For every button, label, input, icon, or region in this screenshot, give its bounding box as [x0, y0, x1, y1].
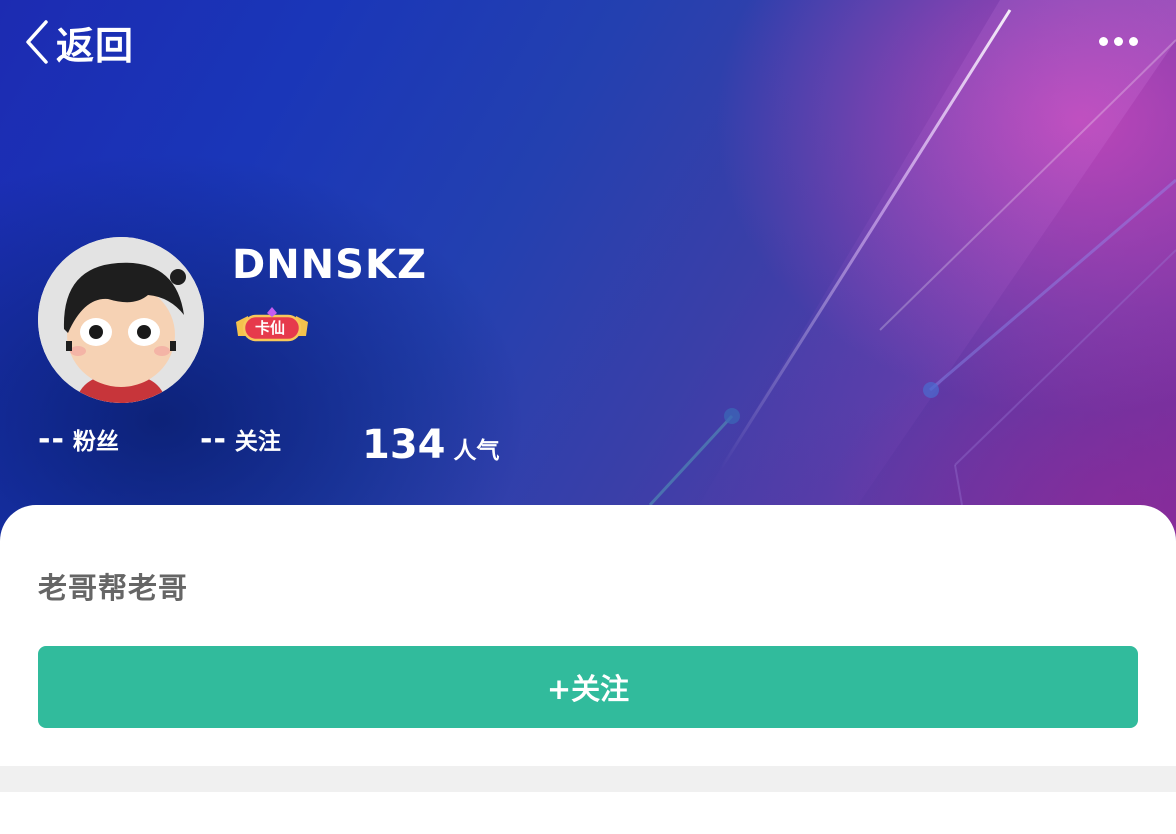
stat-label: 粉丝 [72, 429, 119, 455]
back-label: 返回 [56, 23, 135, 68]
stat-value: 134 [362, 422, 446, 468]
more-horizontal-icon [1098, 36, 1108, 46]
stat-value: -- [200, 422, 227, 457]
stat-popularity: 134 人气 [362, 422, 500, 468]
back-button[interactable]: 返回 [24, 16, 134, 68]
profile-bio: 老哥帮老哥 [38, 571, 189, 605]
more-dot [1113, 36, 1123, 46]
profile-header-banner: 返回 DNNSKZ 卡仙 -- 粉丝 -- 关注 134 人气 [0, 0, 1176, 560]
badge-label: 卡仙 [254, 319, 285, 337]
stat-label: 关注 [234, 429, 281, 455]
stat-following[interactable]: -- 关注 [200, 422, 281, 468]
avatar[interactable] [38, 237, 204, 403]
username: DNNSKZ [232, 242, 427, 288]
follow-button[interactable]: +关注 [38, 646, 1138, 728]
section-divider [0, 766, 1176, 792]
stat-value: -- [38, 422, 65, 457]
stat-followers[interactable]: -- 粉丝 [38, 422, 119, 468]
stat-label: 人气 [453, 438, 500, 464]
chevron-left-icon [26, 20, 48, 64]
more-dot [1128, 36, 1138, 46]
avatar-image [38, 237, 204, 403]
more-options-button[interactable] [1086, 22, 1150, 60]
